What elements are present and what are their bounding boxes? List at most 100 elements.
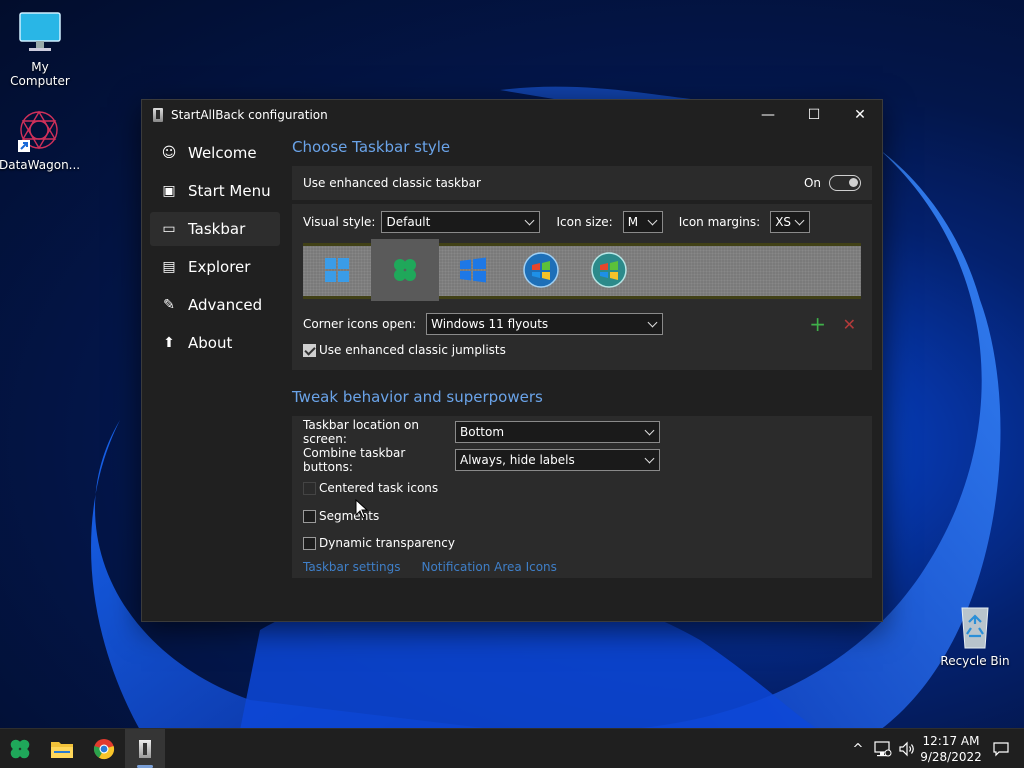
chevron-down-icon bbox=[647, 317, 658, 328]
volume-tray-button[interactable] bbox=[896, 729, 918, 768]
add-icon[interactable]: + bbox=[809, 312, 826, 336]
taskbar: ^ 12:17 AM 9/28/2022 bbox=[0, 728, 1024, 768]
recycle-bin-icon bbox=[952, 604, 998, 650]
notification-center-button[interactable] bbox=[988, 729, 1014, 768]
start-menu-icon: ▣ bbox=[162, 183, 176, 199]
datawagon-logo-icon bbox=[16, 108, 62, 154]
sidebar-item-taskbar[interactable]: ▭ Taskbar bbox=[150, 212, 280, 246]
minimize-button[interactable]: — bbox=[745, 100, 791, 130]
segments-checkbox[interactable] bbox=[303, 509, 316, 523]
vista-orb-icon bbox=[591, 252, 627, 288]
jumplists-checkbox[interactable] bbox=[303, 343, 316, 357]
section-title-tweak: Tweak behavior and superpowers bbox=[292, 388, 543, 406]
windows10-logo-icon bbox=[460, 257, 486, 283]
sidebar-item-label: Welcome bbox=[188, 144, 257, 162]
content-area: Choose Taskbar style Use enhanced classi… bbox=[292, 130, 872, 578]
startallback-window: StartAllBack configuration — ☐ ✕ ☺ Welco… bbox=[141, 99, 883, 622]
sidebar-item-welcome[interactable]: ☺ Welcome bbox=[150, 136, 280, 170]
sidebar-item-advanced[interactable]: ✎ Advanced bbox=[150, 288, 280, 322]
remove-icon[interactable]: ✕ bbox=[843, 315, 856, 334]
visual-style-label: Visual style: bbox=[303, 215, 376, 229]
icon-size-label: Icon size: bbox=[556, 215, 613, 229]
close-button[interactable]: ✕ bbox=[837, 100, 883, 130]
visual-style-select[interactable]: Default bbox=[381, 211, 541, 233]
clock-date: 9/28/2022 bbox=[920, 750, 982, 764]
enhanced-taskbar-label: Use enhanced classic taskbar bbox=[303, 176, 481, 190]
combine-value: Always, hide labels bbox=[460, 453, 575, 467]
enhanced-taskbar-toggle[interactable] bbox=[829, 175, 861, 191]
segments-label: Segments bbox=[319, 509, 380, 523]
desktop-icon-label: DataWagon... bbox=[0, 158, 81, 172]
visual-style-value: Default bbox=[386, 215, 431, 229]
jumplists-label: Use enhanced classic jumplists bbox=[319, 343, 506, 357]
sidebar-item-label: Advanced bbox=[188, 296, 263, 314]
jumplists-checkbox-row[interactable]: Use enhanced classic jumplists bbox=[303, 342, 861, 358]
style-option-windows10[interactable] bbox=[439, 239, 507, 301]
sidebar-item-label: Taskbar bbox=[188, 220, 246, 238]
start-button[interactable] bbox=[0, 729, 40, 768]
style-option-startallback[interactable] bbox=[371, 239, 439, 301]
clock-time: 12:17 AM bbox=[922, 734, 980, 748]
startallback-app-icon bbox=[139, 740, 151, 758]
corner-icons-select[interactable]: Windows 11 flyouts bbox=[426, 313, 664, 335]
style-option-windows11[interactable] bbox=[303, 239, 371, 301]
show-hidden-icons-button[interactable]: ^ bbox=[848, 729, 868, 768]
style-options-panel: Visual style: Default Icon size: M Icon … bbox=[292, 204, 872, 370]
close-icon: ✕ bbox=[854, 107, 866, 123]
chevron-down-icon bbox=[525, 215, 535, 226]
sidebar-item-about[interactable]: ⬆ About bbox=[150, 326, 280, 360]
speaker-icon bbox=[899, 741, 914, 757]
style-option-windows7[interactable] bbox=[507, 239, 575, 301]
location-label: Taskbar location on screen: bbox=[303, 418, 419, 446]
centered-label: Centered task icons bbox=[319, 481, 439, 495]
segments-checkbox-row[interactable]: Segments bbox=[303, 508, 861, 524]
combine-select[interactable]: Always, hide labels bbox=[455, 449, 660, 471]
location-select[interactable]: Bottom bbox=[455, 421, 660, 443]
desktop-icon-recycle-bin[interactable]: Recycle Bin bbox=[935, 604, 1015, 668]
corner-icons-label: Corner icons open: bbox=[303, 317, 417, 331]
network-tray-button[interactable] bbox=[872, 729, 894, 768]
taskbar-startallback[interactable] bbox=[125, 729, 165, 768]
section-title-taskbar-style: Choose Taskbar style bbox=[292, 138, 451, 156]
sidebar-item-start-menu[interactable]: ▣ Start Menu bbox=[150, 174, 280, 208]
maximize-button[interactable]: ☐ bbox=[791, 100, 837, 130]
icon-margins-select[interactable]: XS bbox=[770, 211, 811, 233]
chevron-down-icon bbox=[794, 215, 805, 226]
taskbar-settings-link[interactable]: Taskbar settings bbox=[303, 560, 400, 574]
folder-icon bbox=[51, 742, 73, 758]
minimize-icon: — bbox=[761, 107, 775, 123]
icon-margins-label: Icon margins: bbox=[678, 215, 761, 229]
transparency-checkbox-row[interactable]: Dynamic transparency bbox=[303, 535, 861, 551]
chevron-up-icon: ^ bbox=[852, 741, 864, 757]
centered-checkbox-row[interactable]: Centered task icons bbox=[303, 480, 861, 496]
icon-margins-value: XS bbox=[775, 215, 792, 229]
desktop-icon-datawagon[interactable]: DataWagon... bbox=[0, 108, 81, 172]
taskbar-chrome[interactable] bbox=[84, 729, 124, 768]
desktop-icon-label: Recycle Bin bbox=[940, 654, 1010, 668]
clover-start-icon bbox=[10, 739, 30, 759]
chrome-icon bbox=[93, 739, 115, 760]
taskbar-file-explorer[interactable] bbox=[42, 729, 82, 768]
taskbar-icon: ▭ bbox=[162, 221, 176, 237]
about-icon: ⬆ bbox=[163, 335, 175, 351]
wrench-icon: ✎ bbox=[163, 297, 175, 313]
startallback-app-icon bbox=[153, 108, 163, 122]
enhanced-taskbar-panel: Use enhanced classic taskbar On bbox=[292, 166, 872, 200]
icon-size-select[interactable]: M bbox=[622, 211, 663, 233]
clock[interactable]: 12:17 AM 9/28/2022 bbox=[918, 733, 984, 765]
toggle-state-label: On bbox=[803, 176, 821, 190]
smiley-icon: ☺ bbox=[161, 145, 177, 161]
style-option-vista[interactable] bbox=[575, 239, 643, 301]
transparency-checkbox[interactable] bbox=[303, 536, 316, 550]
monitor-icon bbox=[17, 10, 63, 56]
chevron-down-icon bbox=[647, 215, 658, 226]
desktop-icon-my-computer[interactable]: My Computer bbox=[0, 10, 80, 88]
sidebar-item-explorer[interactable]: ▤ Explorer bbox=[150, 250, 280, 284]
mouse-cursor-icon bbox=[355, 499, 369, 519]
title-bar[interactable]: StartAllBack configuration — ☐ ✕ bbox=[142, 100, 882, 130]
tweak-panel: Taskbar location on screen: Bottom Combi… bbox=[292, 416, 872, 578]
notification-area-icons-link[interactable]: Notification Area Icons bbox=[421, 560, 556, 574]
windows7-orb-icon bbox=[523, 252, 559, 288]
centered-checkbox[interactable] bbox=[303, 481, 316, 495]
clover-icon bbox=[394, 259, 416, 281]
